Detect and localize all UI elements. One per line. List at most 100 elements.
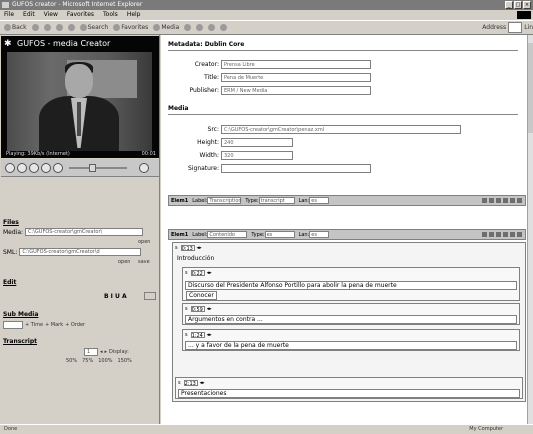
menu-view[interactable]: View (44, 10, 58, 20)
zoom-100[interactable]: 100% (98, 358, 112, 364)
signature-label: Signature: (188, 165, 219, 172)
stop-icon[interactable] (43, 24, 51, 31)
zoom-150[interactable]: 150% (118, 358, 132, 364)
segment-1-text[interactable]: Introducción (175, 255, 523, 264)
segment-5-arrows-icon[interactable]: ◂▸ (200, 380, 205, 386)
menu-help[interactable]: Help (127, 10, 141, 20)
segment-1-time[interactable]: 0:13 (180, 245, 195, 252)
sml-open-button[interactable]: open (118, 259, 130, 265)
add-mark-button[interactable]: + Mark (45, 322, 63, 328)
vertical-scrollbar[interactable] (527, 35, 533, 424)
zoom-row: 50% 75% 100% 150% (66, 358, 132, 364)
play-button[interactable] (5, 163, 15, 173)
menu-edit[interactable]: Edit (23, 10, 35, 20)
favorites-icon (113, 24, 121, 31)
publisher-input[interactable]: ERM / New Media (221, 86, 371, 95)
segment-4-arrows-icon[interactable]: ◂▸ (207, 332, 212, 338)
page-prev-icon[interactable]: ◂ (100, 349, 103, 355)
element2-type-input[interactable]: es (264, 231, 295, 238)
sml-path-input[interactable]: C:\GUFOS-creator\gmCreator\d (19, 248, 142, 256)
segment-4-text[interactable]: ... y a favor de la pena de muerte (185, 341, 517, 350)
browser-window: GUFOS creator - Microsoft Internet Explo… (0, 0, 533, 434)
favorites-button[interactable]: Favorites (113, 24, 148, 31)
src-input[interactable]: C:\GUFOS-creator\gmCreator\penaz.xml (221, 125, 461, 134)
editor-panel: Metadata: Dublin Core Creator: Prensa Li… (161, 35, 527, 424)
width-input[interactable]: 320 (221, 151, 293, 160)
segment-2-suggestion[interactable]: Conocer (186, 291, 217, 300)
menu-tools[interactable]: Tools (103, 10, 118, 20)
media-path-input[interactable]: C:\GUFOS-creator\gmCreator\ (25, 228, 144, 236)
media-heading: Media (168, 105, 189, 112)
display-label: Display: (109, 349, 129, 355)
rewind-button[interactable] (41, 163, 51, 173)
address-field[interactable] (508, 22, 523, 33)
app-title: GUFOS - media Creator (17, 39, 111, 48)
history-icon[interactable] (184, 24, 192, 31)
menu-bar: File Edit View Favorites Tools Help (0, 10, 533, 20)
media-button[interactable]: Media (153, 24, 179, 31)
add-order-button[interactable]: + Order (65, 322, 85, 328)
metadata-divider (168, 50, 518, 51)
refresh-icon[interactable] (55, 24, 63, 31)
maximize-button[interactable]: □ (514, 1, 522, 9)
height-input[interactable]: 240 (221, 138, 293, 147)
search-icon (79, 24, 87, 31)
seek-slider[interactable] (69, 167, 127, 169)
element2-label-input[interactable]: Contenido (207, 231, 248, 238)
format-tools[interactable]: B I U A (104, 293, 127, 300)
element1-type-input[interactable]: transcript (258, 197, 295, 204)
sml-row: SML: C:\GUFOS-creator\gmCreator\d (3, 248, 142, 256)
pause-button[interactable] (17, 163, 27, 173)
segment-3-controls: s 0:59 ◂▸ (185, 306, 212, 313)
element2-tools[interactable] (482, 232, 522, 237)
element1-lan-input[interactable]: es (309, 197, 330, 204)
home-icon[interactable] (67, 24, 75, 31)
media-row: Media: C:\GUFOS-creator\gmCreator\ (3, 228, 144, 236)
segment-5-box: s 2:13 ◂▸ Presentaciones (175, 377, 523, 399)
video-frame[interactable] (7, 52, 152, 151)
menu-favorites[interactable]: Favorites (67, 10, 94, 20)
left-panel: ✱ GUFOS - media Creator Playing: 39Kb/s … (0, 35, 160, 424)
submedia-input[interactable] (3, 321, 23, 329)
zoom-50[interactable]: 50% (66, 358, 77, 364)
title-input[interactable]: Pena de Muerte (221, 73, 371, 82)
element2-lan-input[interactable]: es (309, 231, 330, 238)
back-button[interactable]: Back (4, 24, 27, 31)
volume-button[interactable] (139, 163, 149, 173)
mail-icon[interactable] (196, 24, 204, 31)
player-status: Playing: 39Kb/s (Internet) 00:01 (4, 151, 158, 157)
transcript-page-row: 1 ◂ ▸ Display: (84, 348, 129, 356)
menu-file[interactable]: File (4, 10, 14, 20)
print-icon[interactable] (208, 24, 216, 31)
files-heading: Files (3, 219, 19, 226)
page-next-icon[interactable]: ▸ (105, 349, 108, 355)
element1-label-input[interactable]: Transcription (207, 197, 242, 204)
back-arrow-icon (4, 24, 11, 31)
media-open-button[interactable]: open (138, 239, 150, 245)
add-time-button[interactable]: + Time (25, 322, 43, 328)
sml-save-button[interactable]: save (138, 259, 150, 265)
forward-arrow-icon[interactable] (31, 24, 39, 31)
signature-input[interactable] (221, 164, 371, 173)
page-input[interactable]: 1 (84, 348, 98, 356)
video-person-head (65, 64, 93, 98)
segment-5-text[interactable]: Presentaciones (178, 389, 520, 398)
stop-button[interactable] (29, 163, 39, 173)
creator-input[interactable]: Prensa Libre (221, 60, 371, 69)
scroll-thumb[interactable] (528, 43, 533, 133)
segment-3-text[interactable]: Argumentos en contra ... (185, 315, 517, 324)
segment-1-arrows-icon[interactable]: ◂▸ (197, 245, 202, 251)
minimize-button[interactable]: _ (505, 1, 513, 9)
element1-tools[interactable] (482, 198, 522, 203)
forward-button[interactable] (53, 163, 63, 173)
links-label[interactable]: Lin (524, 24, 533, 31)
segment-2-arrows-icon[interactable]: ◂▸ (207, 270, 212, 276)
zoom-75[interactable]: 75% (82, 358, 93, 364)
search-button[interactable]: Search (79, 24, 108, 31)
close-button[interactable]: × (523, 1, 531, 9)
align-icon[interactable] (144, 292, 156, 300)
segment-2-text[interactable]: Discurso del Presidente Alfonso Portillo… (185, 281, 517, 290)
seek-knob[interactable] (89, 164, 96, 172)
edit-icon[interactable] (220, 24, 228, 31)
segment-3-arrows-icon[interactable]: ◂▸ (207, 306, 212, 312)
